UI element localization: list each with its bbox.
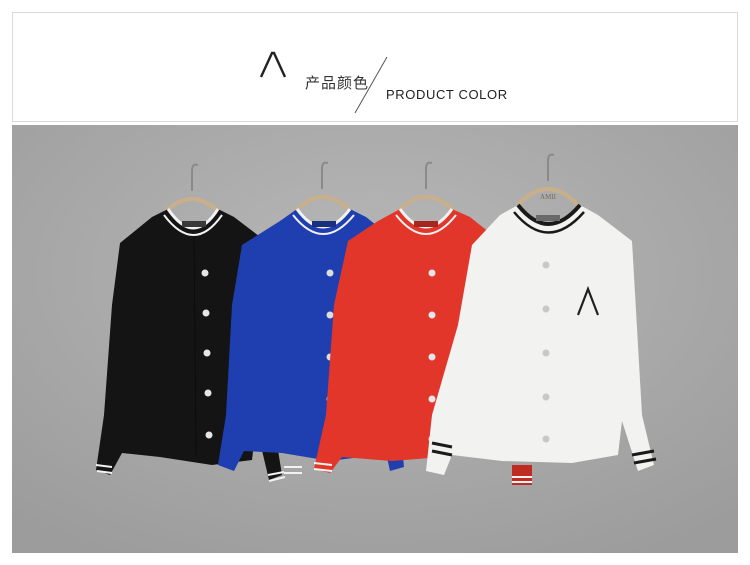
product-photo: AMII [12,125,738,553]
section-header: 产品颜色 PRODUCT COLOR [12,12,738,122]
section-title-en: PRODUCT COLOR [386,87,508,102]
hanger-brand: AMII [540,193,557,201]
divider-slash [354,56,388,114]
amii-logo-icon [259,51,287,78]
